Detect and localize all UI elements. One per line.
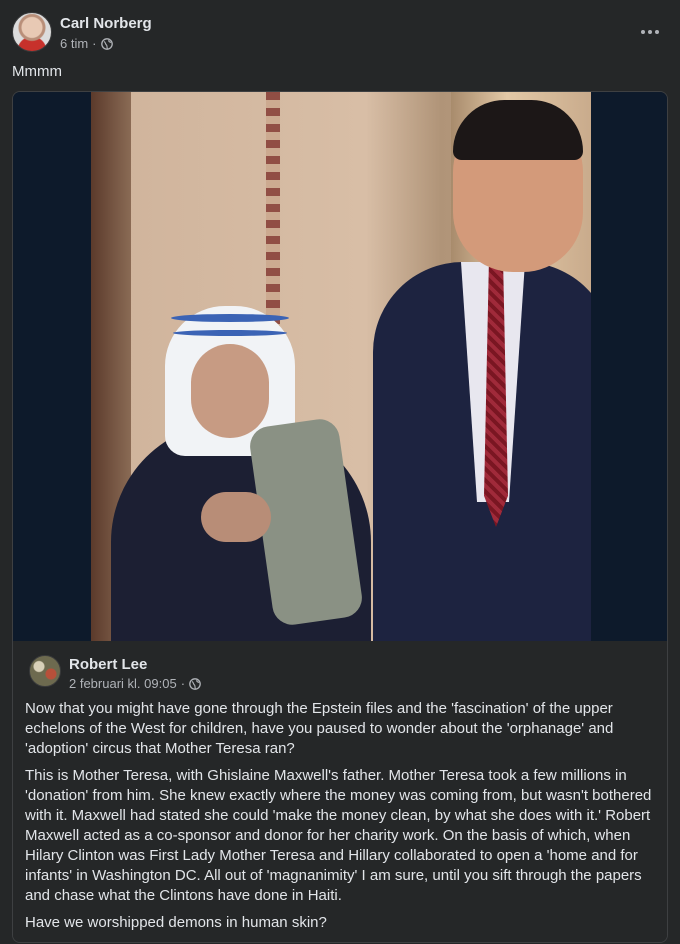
- more-dot: [641, 30, 645, 34]
- shared-post[interactable]: Robert Lee 2 februari kl. 09:05 · Now th…: [12, 91, 668, 943]
- post-meta: 6 tim ·: [60, 36, 113, 51]
- shared-post-time[interactable]: 2 februari kl. 09:05: [69, 676, 177, 691]
- shared-paragraph: Now that you might have gone through the…: [25, 700, 614, 757]
- shared-paragraph: This is Mother Teresa, with Ghislaine Ma…: [25, 767, 652, 904]
- photo-veil-stripe: [171, 314, 289, 322]
- globe-icon[interactable]: [189, 677, 201, 690]
- author-avatar[interactable]: [12, 12, 52, 52]
- globe-icon[interactable]: [100, 37, 113, 50]
- shared-author-avatar[interactable]: [29, 655, 61, 687]
- post-card: Carl Norberg 6 tim · Mmmm Robert Lee 2 f…: [0, 0, 680, 944]
- shared-post-meta: 2 februari kl. 09:05 ·: [69, 676, 201, 691]
- shared-author-name[interactable]: Robert Lee: [69, 656, 147, 673]
- meta-separator: ·: [92, 36, 97, 51]
- author-name[interactable]: Carl Norberg: [60, 15, 152, 32]
- shared-photo[interactable]: [13, 92, 667, 641]
- meta-separator: ·: [180, 676, 186, 691]
- shared-post-text: Now that you might have gone through the…: [25, 699, 657, 940]
- post-time[interactable]: 6 tim: [60, 36, 88, 51]
- photo-content: [91, 92, 591, 641]
- photo-figure-left-face: [191, 344, 269, 438]
- more-dot: [655, 30, 659, 34]
- photo-figure-left-hands: [201, 492, 271, 542]
- more-dot: [648, 30, 652, 34]
- shared-paragraph: Have we worshipped demons in human skin?: [25, 914, 327, 931]
- more-options-icon[interactable]: [638, 20, 662, 44]
- photo-veil-stripe: [173, 330, 287, 336]
- post-header: Carl Norberg 6 tim ·: [12, 12, 668, 52]
- shared-post-body: Robert Lee 2 februari kl. 09:05 · Now th…: [13, 641, 667, 942]
- post-text: Mmmm: [12, 63, 62, 80]
